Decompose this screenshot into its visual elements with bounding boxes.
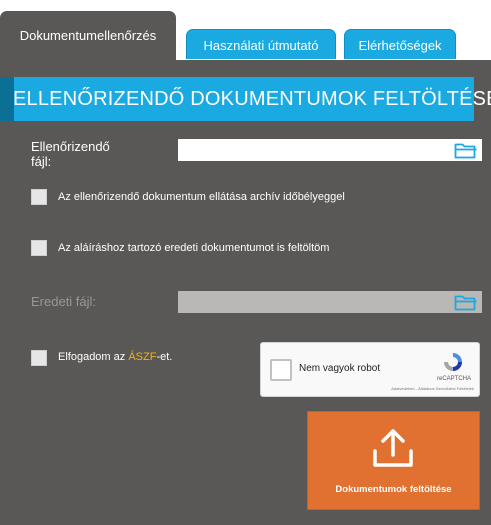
archive-timestamp-checkbox[interactable] xyxy=(31,189,47,205)
recaptcha-checkbox[interactable] xyxy=(270,359,292,381)
original-file-input[interactable] xyxy=(178,291,482,313)
recaptcha-widget: Nem vagyok robot reCAPTCHA Adatvédelem -… xyxy=(260,342,480,397)
upload-icon xyxy=(373,429,413,467)
original-upload-label: Az aláíráshoz tartozó eredeti dokumentum… xyxy=(58,242,330,254)
file-label-line2: fájl: xyxy=(31,154,52,169)
file-label: Ellenőrizendő fájl: xyxy=(31,139,110,169)
folder-icon[interactable] xyxy=(454,293,478,311)
accept-terms-label: Elfogadom az ÁSZF-et. xyxy=(58,351,172,363)
section-title: ELLENŐRIZENDŐ DOKUMENTUMOK FELTÖLTÉSE xyxy=(13,88,491,110)
folder-icon[interactable] xyxy=(454,141,478,159)
file-label-line1: Ellenőrizendő xyxy=(31,139,110,154)
panel-notch xyxy=(0,60,12,78)
recaptcha-links[interactable]: Adatvédelem - Általános Szerződési Felté… xyxy=(391,386,474,391)
upload-button-label: Dokumentumok feltöltése xyxy=(335,484,452,495)
file-input[interactable] xyxy=(178,139,482,161)
upload-documents-button[interactable]: Dokumentumok feltöltése xyxy=(307,411,480,510)
recaptcha-logo-icon xyxy=(444,353,462,371)
archive-timestamp-label: Az ellenőrizendő dokumentum ellátása arc… xyxy=(58,191,345,203)
accept-prefix: Elfogadom az xyxy=(58,351,129,363)
original-upload-checkbox[interactable] xyxy=(31,240,47,256)
banner-stripe xyxy=(0,77,14,121)
original-file-label: Eredeti fájl: xyxy=(31,294,97,309)
terms-link[interactable]: ÁSZF xyxy=(128,351,156,363)
tab-user-guide[interactable]: Használati útmutató xyxy=(186,29,336,59)
recaptcha-brand: reCAPTCHA xyxy=(436,376,471,382)
tab-contacts[interactable]: Elérhetőségek xyxy=(344,29,456,59)
accept-suffix: -et. xyxy=(156,351,173,363)
accept-terms-checkbox[interactable] xyxy=(31,350,47,366)
recaptcha-label: Nem vagyok robot xyxy=(299,363,381,374)
